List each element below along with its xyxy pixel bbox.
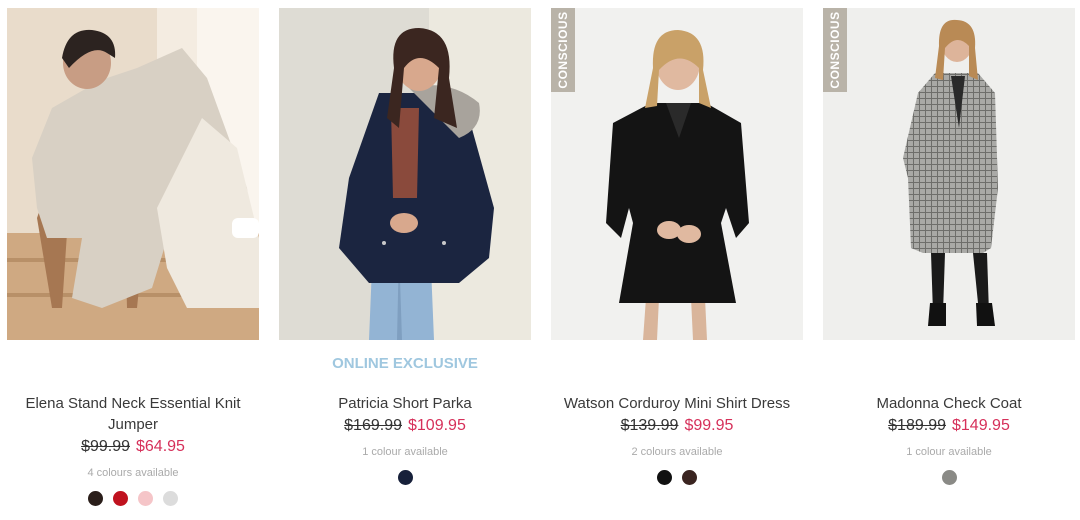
online-exclusive-label (823, 355, 1075, 379)
colour-swatch[interactable] (138, 491, 153, 506)
product-card: CONSCIOUS Watson Corduroy Mini Shirt Dre… (551, 8, 803, 485)
product-card: CONSCIOUS Madonna Check Coat $189.99 $149… (823, 8, 1075, 485)
colour-availability: 1 colour available (362, 446, 448, 458)
colour-swatch[interactable] (941, 470, 957, 485)
sale-price: $99.95 (684, 417, 734, 434)
product-photo-shirt-dress (551, 8, 803, 340)
product-grid: Elena Stand Neck Essential Knit Jumper $… (0, 0, 1080, 520)
conscious-tag-label: CONSCIOUS (828, 11, 842, 89)
conscious-tag-label: CONSCIOUS (556, 11, 570, 89)
product-card: ONLINE EXCLUSIVE Patricia Short Parka $1… (279, 8, 531, 485)
online-exclusive-label (7, 355, 259, 379)
colour-swatches (279, 470, 531, 485)
colour-swatch[interactable] (163, 491, 178, 506)
product-photo-check-coat (823, 8, 1075, 340)
product-name[interactable]: Patricia Short Parka (279, 393, 531, 414)
sale-price: $149.95 (952, 417, 1010, 434)
was-price: $99.99 (81, 438, 130, 455)
conscious-tag: CONSCIOUS (551, 8, 575, 92)
product-image[interactable]: CONSCIOUS (823, 8, 1075, 340)
colour-availability: 1 colour available (906, 446, 992, 458)
colour-swatches (551, 470, 803, 485)
online-exclusive-label (551, 355, 803, 379)
product-image[interactable] (7, 8, 259, 340)
colour-swatch[interactable] (657, 470, 672, 485)
product-image[interactable] (279, 8, 531, 340)
conscious-tag: CONSCIOUS (823, 8, 847, 92)
was-price: $139.99 (620, 417, 679, 434)
colour-availability: 2 colours available (631, 446, 723, 458)
colour-swatch[interactable] (88, 491, 103, 506)
was-price: $169.99 (344, 417, 402, 434)
online-exclusive-label: ONLINE EXCLUSIVE (332, 355, 478, 372)
product-prices: $139.99 $99.95 (551, 415, 803, 437)
colour-availability: 4 colours available (87, 467, 179, 479)
sale-price: $64.95 (136, 438, 185, 455)
colour-swatch[interactable] (113, 491, 128, 506)
product-image[interactable]: CONSCIOUS (551, 8, 803, 340)
product-name[interactable]: Watson Corduroy Mini Shirt Dress (551, 393, 803, 414)
colour-swatch[interactable] (397, 470, 413, 485)
product-photo-knit-jumper (7, 8, 259, 340)
product-card: Elena Stand Neck Essential Knit Jumper $… (7, 8, 259, 506)
colour-swatches (823, 470, 1075, 485)
colour-swatch[interactable] (682, 470, 697, 485)
product-prices: $169.99 $109.95 (279, 415, 531, 437)
product-name[interactable]: Elena Stand Neck Essential Knit Jumper (7, 393, 259, 435)
was-price: $189.99 (888, 417, 946, 434)
product-name[interactable]: Madonna Check Coat (823, 393, 1075, 414)
product-photo-parka (279, 8, 531, 340)
product-prices: $189.99 $149.95 (823, 415, 1075, 437)
sale-price: $109.95 (408, 417, 466, 434)
colour-swatches (7, 491, 259, 506)
product-prices: $99.99 $64.95 (7, 436, 259, 458)
